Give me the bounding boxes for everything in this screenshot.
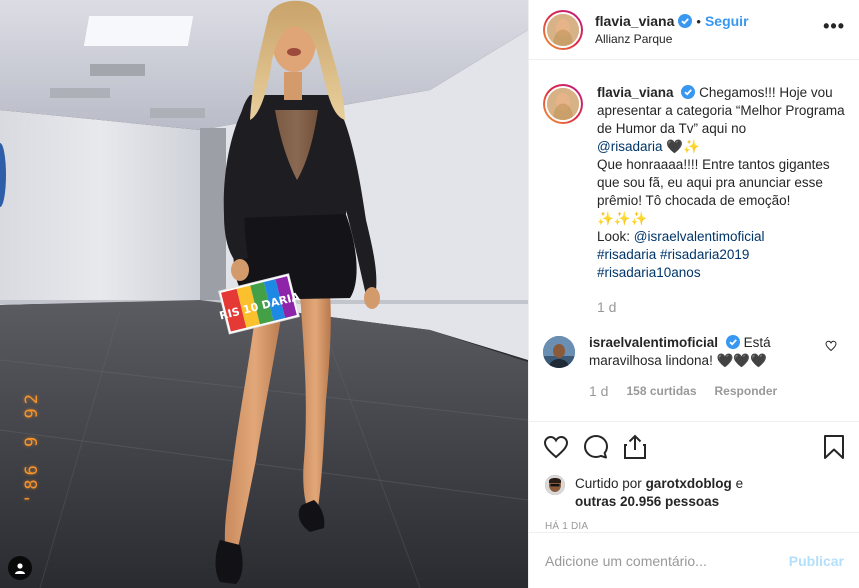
add-comment-bar: Publicar (529, 532, 859, 588)
caption-emoji-1: 🖤✨ (666, 139, 700, 154)
post-location[interactable]: Allianz Parque (595, 32, 823, 46)
author-avatar[interactable] (543, 9, 583, 50)
comments-list[interactable]: flavia_viana Chegamos!!! Hoje vou aprese… (529, 60, 859, 421)
comment-bubble-icon[interactable] (583, 434, 609, 460)
commenter-avatar[interactable] (543, 336, 575, 368)
verified-badge-icon (681, 85, 696, 99)
share-icon[interactable] (623, 434, 647, 460)
verified-badge-icon (678, 14, 693, 28)
comment-like-heart-icon[interactable] (825, 340, 837, 352)
photo-illustration: RIS 10 DARIA (0, 0, 528, 588)
hashtag-risadaria[interactable]: #risadaria (597, 247, 656, 262)
post-timestamp[interactable]: HÁ 1 DIA (529, 511, 859, 532)
bookmark-icon[interactable] (823, 434, 845, 460)
reply-button[interactable]: Responder (715, 382, 778, 400)
post-photo[interactable]: RIS 10 DARIA '86 9 92 (0, 0, 528, 588)
comment-time[interactable]: 1 d (589, 382, 608, 400)
liked-by-others[interactable]: outras 20.956 pessoas (575, 494, 719, 509)
header-separator: • (696, 13, 701, 29)
author-username[interactable]: flavia_viana (595, 13, 674, 29)
more-options-icon[interactable]: ••• (823, 16, 845, 37)
photo-date-stamp: '86 9 92 (22, 390, 42, 504)
liked-by-user[interactable]: garotxdoblog (646, 476, 732, 491)
verified-badge-icon (725, 335, 740, 349)
liked-by-and: e (735, 476, 744, 491)
hashtag-risadaria10anos[interactable]: #risadaria10anos (597, 265, 701, 280)
likes-summary: Curtido por garotxdoblog e outras 20.956… (529, 471, 859, 511)
comment-item: israelvalentimoficial Está maravilhosa l… (543, 334, 845, 400)
follow-button[interactable]: Seguir (705, 13, 749, 29)
hashtag-risadaria2019[interactable]: #risadaria2019 (660, 247, 749, 262)
commenter-username[interactable]: israelvalentimoficial (589, 335, 718, 350)
caption-look-label: Look: (597, 229, 631, 244)
comment-input[interactable] (545, 552, 789, 569)
comment-likes-count[interactable]: 158 curtidas (626, 382, 696, 400)
liked-by-prefix: Curtido por (575, 476, 642, 491)
caption-time[interactable]: 1 d (597, 298, 845, 316)
post-side-panel: flavia_viana • Seguir Allianz Parque •••… (528, 0, 859, 588)
tagged-user-icon[interactable] (8, 556, 32, 580)
caption-mention-look[interactable]: @israelvalentimoficial (634, 229, 765, 244)
caption-avatar[interactable] (543, 84, 583, 124)
heart-outline-icon[interactable] (543, 435, 569, 459)
caption-mention-risadaria[interactable]: @risadaria (597, 139, 662, 154)
caption-username[interactable]: flavia_viana (597, 85, 674, 100)
caption-text-2: Que honraaaa!!!! Entre tantos gigantes q… (597, 157, 830, 208)
liker-avatar[interactable] (545, 475, 565, 495)
publish-button[interactable]: Publicar (789, 553, 844, 569)
post-actions-bar (529, 421, 859, 471)
caption-emoji-2: ✨✨✨ (597, 211, 648, 226)
post-caption: flavia_viana Chegamos!!! Hoje vou aprese… (543, 84, 845, 316)
post-header: flavia_viana • Seguir Allianz Parque ••• (529, 0, 859, 60)
